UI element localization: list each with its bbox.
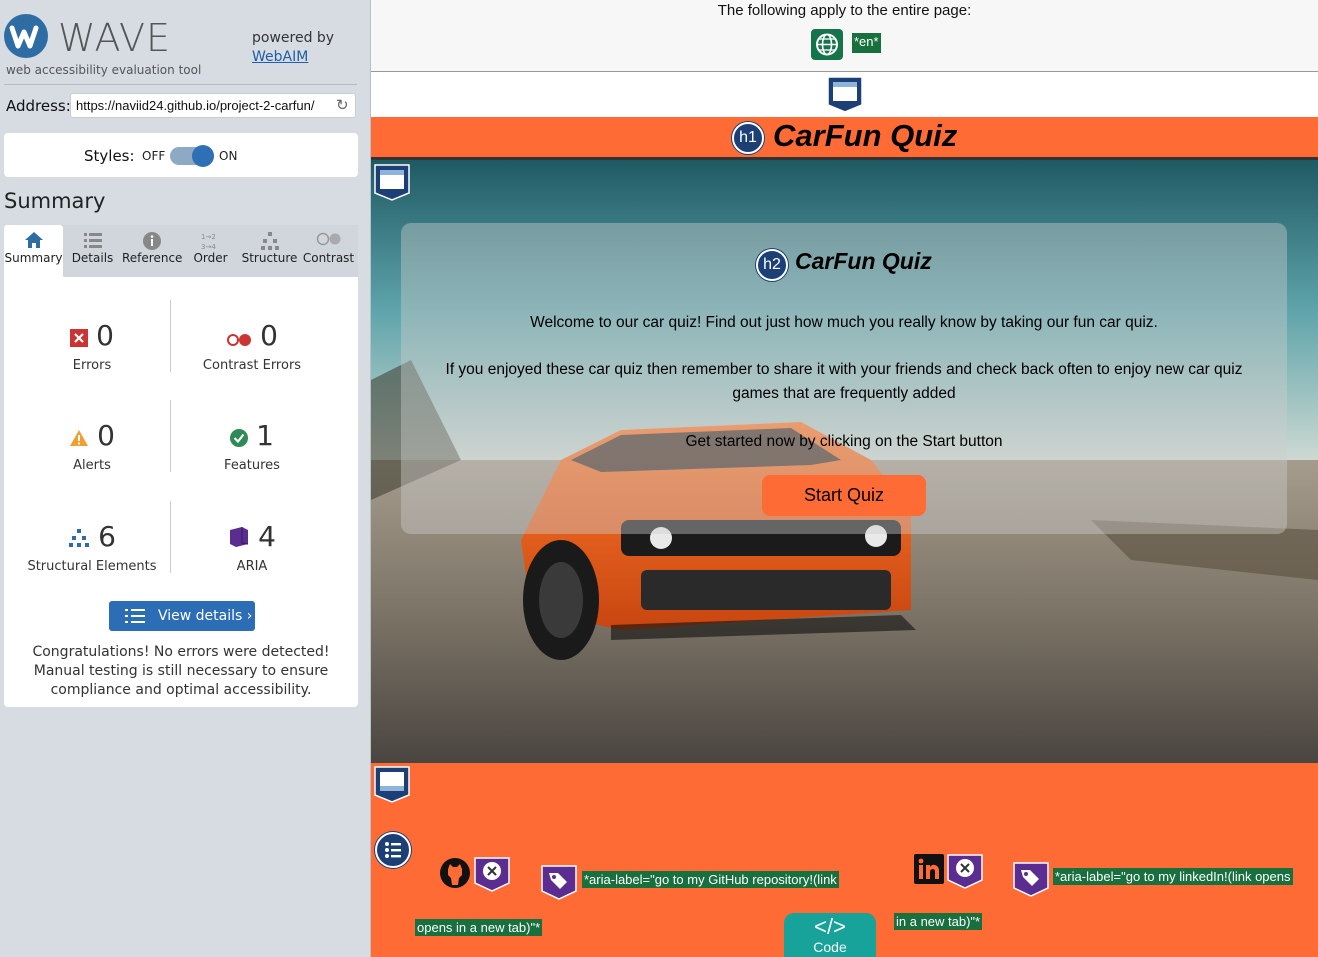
tab-label: Details — [71, 251, 114, 265]
view-details-button[interactable]: View details › — [109, 601, 255, 631]
tab-label: Summary — [4, 251, 63, 265]
tab-reference[interactable]: Reference — [122, 225, 183, 277]
tab-order[interactable]: 1→2 3→4 Order — [181, 225, 240, 277]
alert-icon — [69, 421, 89, 454]
tab-label: Reference — [122, 251, 183, 265]
contrast-icon — [299, 225, 358, 251]
contrast-errors-label: Contrast Errors — [202, 357, 302, 373]
features-count: 1 — [256, 419, 274, 452]
summary-heading: Summary — [4, 189, 106, 213]
tab-details[interactable]: Details — [63, 225, 122, 277]
globe-icon[interactable] — [811, 29, 843, 60]
address-label: Address: — [6, 97, 71, 115]
aria-cube-icon — [228, 522, 250, 555]
contrast-errors-count: 0 — [260, 319, 278, 352]
get-started-paragraph: Get started now by clicking on the Start… — [685, 433, 1003, 450]
linkedin-aria-label-badge-cont: in a new tab)"* — [894, 913, 983, 930]
errors-count: 0 — [96, 319, 114, 352]
main-region-icon[interactable] — [373, 163, 411, 201]
link-error-icon[interactable] — [945, 850, 985, 894]
errors-label: Errors — [72, 357, 112, 373]
code-icon: </> — [814, 914, 846, 939]
alerts-count: 0 — [97, 419, 115, 452]
tab-summary[interactable]: Summary — [4, 225, 63, 277]
feature-check-icon — [230, 421, 249, 454]
welcome-paragraph: Welcome to our car quiz! Find out just h… — [530, 314, 1158, 331]
list-icon — [125, 608, 145, 628]
home-icon — [4, 225, 63, 251]
github-aria-label-badge: *aria-label="go to my GitHub repository!… — [582, 871, 839, 888]
wave-logo-text: WAVE — [58, 16, 172, 60]
footer-region-icon[interactable] — [373, 765, 411, 803]
tab-label: Structure — [241, 251, 298, 265]
stat-errors[interactable]: 0 Errors — [12, 319, 172, 373]
styles-label: Styles: — [84, 147, 135, 165]
structural-label: Structural Elements — [27, 558, 157, 574]
divider — [4, 84, 357, 85]
webaim-link[interactable]: WebAIM — [252, 49, 308, 65]
page-wide-heading: The following apply to the entire page: — [717, 2, 972, 19]
linkedin-aria-label-badge: *aria-label="go to my linkedIn!(link ope… — [1053, 868, 1293, 885]
wave-logo-icon — [4, 14, 48, 58]
wave-sidebar: WAVE web accessibility evaluation tool p… — [0, 0, 371, 957]
address-input[interactable]: https://naviid24.github.io/project-2-car… — [70, 93, 356, 118]
code-tab-label: Code — [813, 939, 847, 955]
aria-label: ARIA — [236, 558, 268, 574]
tab-structure[interactable]: Structure — [240, 225, 299, 277]
page-wide-panel: The following apply to the entire page: … — [371, 0, 1318, 72]
tab-label: Order — [193, 251, 228, 265]
github-aria-label-badge-cont: opens in a new tab)"* — [415, 919, 543, 936]
hierarchy-icon — [240, 225, 299, 251]
quiz-heading-h2: CarFun Quiz — [795, 248, 932, 274]
structural-count: 6 — [98, 520, 116, 553]
list-marker-icon[interactable] — [375, 832, 411, 868]
h1-marker-icon[interactable]: h1 — [732, 122, 764, 154]
header-band — [371, 72, 1318, 117]
share-paragraph: If you enjoyed these car quiz then remem… — [445, 361, 1243, 402]
styles-off-label: OFF — [142, 149, 166, 163]
summary-panel: 0 Errors 0 Contrast Errors 0 Alerts 1 Fe… — [4, 277, 358, 707]
tab-contrast[interactable]: Contrast — [299, 225, 358, 277]
powered-by-label: powered by — [252, 30, 335, 46]
contrast-error-icon — [226, 321, 252, 354]
stat-features[interactable]: 1 Features — [172, 419, 332, 473]
start-quiz-button[interactable]: Start Quiz — [762, 475, 926, 516]
styles-toggle[interactable] — [170, 145, 214, 167]
reload-icon[interactable]: ↻ — [336, 96, 349, 114]
stat-structural-elements[interactable]: 6 Structural Elements — [12, 520, 172, 574]
toggle-knob — [192, 145, 214, 167]
svg-text:1→2: 1→2 — [201, 233, 216, 241]
order-icon: 1→2 3→4 — [181, 225, 240, 251]
styles-panel: Styles: OFF ON — [4, 133, 358, 177]
stat-alerts[interactable]: 0 Alerts — [12, 419, 172, 473]
tab-label: Contrast — [302, 251, 355, 265]
tab-bar: Summary Details Reference 1→2 3→4 Order S… — [4, 225, 358, 277]
page-title-h1: CarFun Quiz — [773, 118, 958, 153]
features-label: Features — [224, 457, 280, 473]
view-details-label: View details › — [158, 608, 253, 624]
list-icon — [63, 225, 122, 251]
h2-marker-icon[interactable]: h2 — [756, 249, 788, 281]
info-icon — [122, 225, 181, 251]
aria-count: 4 — [258, 520, 276, 553]
header-region-icon[interactable] — [826, 75, 864, 113]
aria-label-tag-icon[interactable] — [539, 861, 579, 905]
linkedin-icon[interactable] — [914, 854, 944, 888]
svg-text:3→4: 3→4 — [201, 243, 216, 251]
alerts-label: Alerts — [73, 457, 111, 473]
language-badge: *en* — [852, 33, 881, 53]
congrats-message: Congratulations! No errors were detected… — [32, 644, 330, 698]
github-icon[interactable] — [439, 857, 471, 893]
structure-icon — [68, 522, 90, 555]
link-error-icon[interactable] — [472, 853, 512, 897]
stat-contrast-errors[interactable]: 0 Contrast Errors — [172, 319, 332, 373]
error-icon — [70, 321, 89, 354]
wave-subtitle: web accessibility evaluation tool — [6, 63, 202, 77]
stat-aria[interactable]: 4 ARIA — [172, 520, 332, 574]
code-toggle-button[interactable]: </> Code — [784, 913, 876, 957]
page-preview: The following apply to the entire page: … — [371, 0, 1318, 957]
aria-label-tag-icon[interactable] — [1011, 858, 1051, 902]
styles-on-label: ON — [219, 149, 238, 163]
